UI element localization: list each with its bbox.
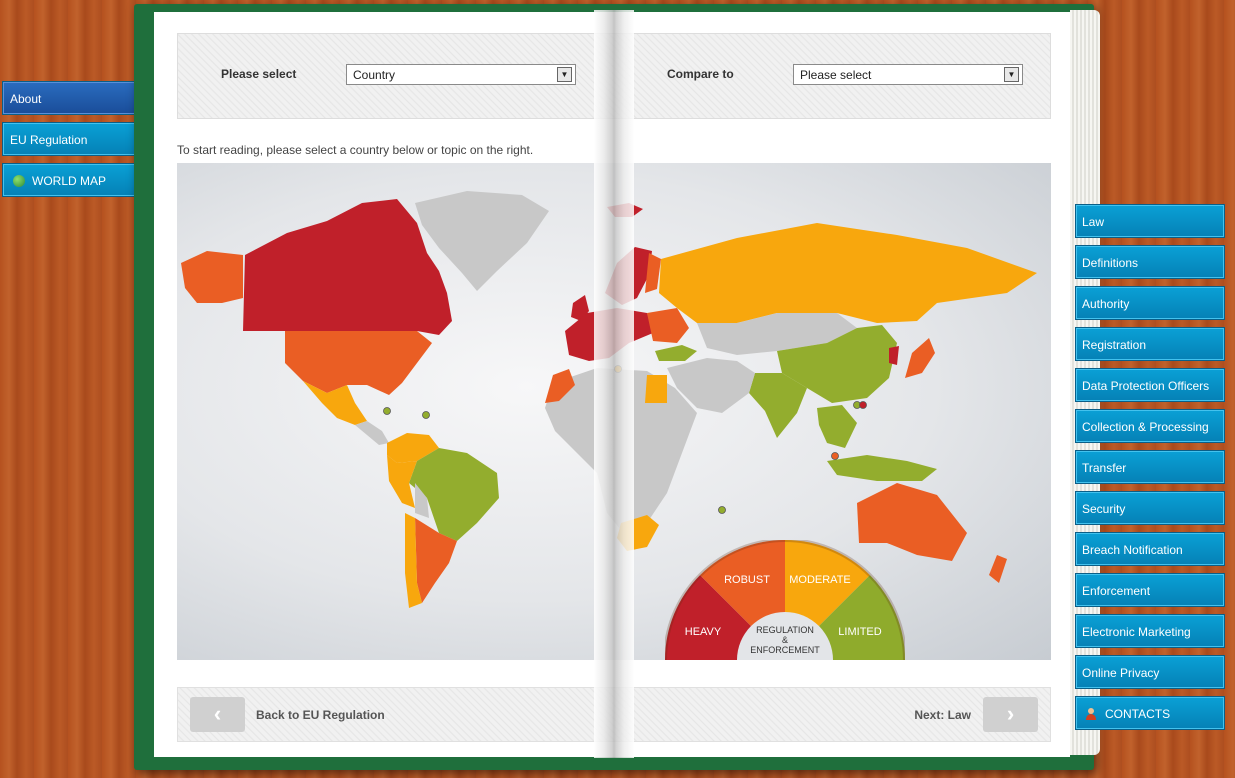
topic-collection-tab[interactable]: Collection & Processing — [1075, 409, 1225, 443]
topic-online-privacy-label: Online Privacy — [1082, 666, 1160, 680]
next-button[interactable]: › — [983, 697, 1038, 732]
topic-transfer-label: Transfer — [1082, 461, 1127, 475]
topic-registration-label: Registration — [1082, 338, 1147, 352]
topic-security-label: Security — [1082, 502, 1126, 516]
legend-moderate-label: MODERATE — [789, 574, 851, 586]
topic-law-tab[interactable]: Law — [1075, 204, 1225, 238]
regulation-legend: HEAVY ROBUST MODERATE LIMITED REGULATION… — [665, 540, 905, 660]
map-region-russia[interactable] — [659, 223, 1037, 323]
topic-breach-label: Breach Notification — [1082, 543, 1183, 557]
map-marker-caribbean-2[interactable] — [422, 411, 430, 419]
topic-security-tab[interactable]: Security — [1075, 491, 1225, 525]
country-select[interactable]: Country ▼ — [346, 64, 576, 85]
person-icon — [1085, 708, 1097, 720]
topic-dpo-tab[interactable]: Data Protection Officers — [1075, 368, 1225, 402]
map-region-central-america[interactable] — [355, 421, 389, 445]
intro-text: To start reading, please select a countr… — [177, 143, 534, 157]
next-label[interactable]: Next: Law — [914, 708, 971, 722]
chevron-left-icon: ‹ — [213, 701, 222, 726]
chevron-right-icon: › — [1006, 701, 1015, 726]
nav-eu-regulation-tab[interactable]: EU Regulation — [2, 122, 153, 156]
map-region-iceland[interactable] — [607, 203, 643, 217]
compare-to-label: Compare to — [667, 67, 734, 81]
topic-transfer-tab[interactable]: Transfer — [1075, 450, 1225, 484]
map-region-scandinavia[interactable] — [605, 247, 652, 305]
topic-online-privacy-tab[interactable]: Online Privacy — [1075, 655, 1225, 689]
legend-center-line3: ENFORCEMENT — [750, 645, 820, 655]
dropdown-arrow-icon[interactable]: ▼ — [1004, 67, 1019, 82]
map-region-turkey[interactable] — [655, 345, 697, 361]
legend-center-line2: & — [782, 635, 788, 645]
map-region-indonesia[interactable] — [827, 455, 937, 481]
topic-authority-tab[interactable]: Authority — [1075, 286, 1225, 320]
map-region-africa[interactable] — [545, 368, 697, 535]
topic-definitions-label: Definitions — [1082, 256, 1139, 270]
topic-registration-tab[interactable]: Registration — [1075, 327, 1225, 361]
nav-eu-regulation-label: EU Regulation — [10, 133, 88, 147]
topic-breach-tab[interactable]: Breach Notification — [1075, 532, 1225, 566]
map-region-eastern-europe[interactable] — [647, 308, 689, 343]
nav-world-map-label: WORLD MAP — [32, 174, 107, 188]
contacts-tab[interactable]: CONTACTS — [1075, 696, 1225, 730]
topic-emarketing-label: Electronic Marketing — [1082, 625, 1191, 639]
legend-heavy-label: HEAVY — [685, 626, 722, 638]
map-marker-macau[interactable] — [859, 401, 867, 409]
compare-select-value: Please select — [800, 68, 872, 82]
page-navigation-bar: ‹ Back to EU Regulation Next: Law › — [177, 687, 1051, 742]
topic-collection-label: Collection & Processing — [1082, 420, 1209, 434]
map-marker-caribbean-1[interactable] — [383, 407, 391, 415]
legend-robust-label: ROBUST — [724, 574, 770, 586]
back-label[interactable]: Back to EU Regulation — [256, 708, 385, 722]
back-button[interactable]: ‹ — [190, 697, 245, 732]
nav-world-map-tab[interactable]: WORLD MAP — [2, 163, 153, 197]
please-select-label: Please select — [221, 67, 297, 81]
topic-law-label: Law — [1082, 215, 1105, 229]
world-map: HEAVY ROBUST MODERATE LIMITED REGULATION… — [177, 163, 1051, 660]
topic-emarketing-tab[interactable]: Electronic Marketing — [1075, 614, 1225, 648]
world-map-svg — [181, 191, 1037, 608]
topic-enforcement-label: Enforcement — [1082, 584, 1151, 598]
globe-icon — [13, 175, 25, 187]
map-region-egypt[interactable] — [645, 375, 667, 403]
map-marker-singapore[interactable] — [831, 452, 839, 460]
nav-about-tab[interactable]: About — [2, 81, 153, 115]
dropdown-arrow-icon[interactable]: ▼ — [557, 67, 572, 82]
map-region-alaska[interactable] — [181, 251, 243, 303]
compare-select[interactable]: Please select ▼ — [793, 64, 1023, 85]
topic-enforcement-tab[interactable]: Enforcement — [1075, 573, 1225, 607]
map-region-se-asia[interactable] — [817, 405, 857, 448]
nav-about-label: About — [10, 92, 42, 106]
map-marker-mauritius[interactable] — [718, 506, 726, 514]
legend-center-line1: REGULATION — [756, 625, 814, 635]
country-select-value: Country — [353, 68, 396, 82]
topic-dpo-label: Data Protection Officers — [1082, 379, 1210, 393]
map-region-new-zealand[interactable] — [989, 555, 1007, 583]
map-region-korea[interactable] — [889, 346, 899, 365]
contacts-label: CONTACTS — [1105, 707, 1171, 721]
topic-authority-label: Authority — [1082, 297, 1130, 311]
legend-limited-label: LIMITED — [838, 626, 881, 638]
map-region-japan[interactable] — [905, 338, 935, 378]
topic-definitions-tab[interactable]: Definitions — [1075, 245, 1225, 279]
map-marker-malta[interactable] — [614, 365, 622, 373]
